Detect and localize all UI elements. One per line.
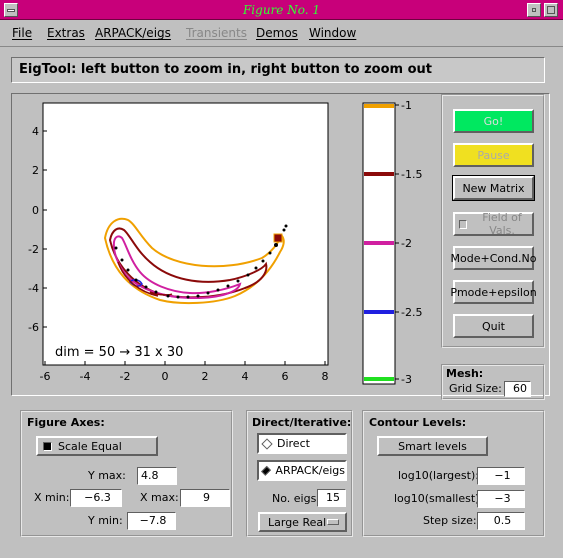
checkbox-icon [459, 219, 468, 229]
colorbar-tick: -2.5 [401, 306, 422, 319]
dropdown-icon [327, 519, 339, 525]
xmax-input[interactable]: 9 [180, 489, 230, 507]
grid-size-label: Grid Size: [449, 382, 502, 395]
new-matrix-button[interactable]: New Matrix [452, 175, 535, 201]
ymin-label: Y min: [88, 514, 123, 527]
grid-size-input[interactable]: 60 [504, 381, 531, 397]
log-largest-input[interactable]: −1 [477, 467, 525, 485]
ymax-input[interactable]: 4.8 [137, 467, 177, 485]
ymax-label: Y max: [88, 469, 126, 482]
colorbar-level-2 [364, 172, 394, 176]
eig-cluster-marker [273, 233, 283, 243]
xtick-label: 0 [162, 370, 169, 383]
colorbar-tick: -3 [401, 373, 412, 386]
log-smallest-label: log10(smallest): [394, 492, 484, 505]
dim-annotation: dim = 50 → 31 x 30 [55, 345, 183, 360]
xtick-label: -6 [40, 370, 51, 383]
mode-cond-button[interactable]: Mode+Cond.No [451, 246, 537, 270]
colorbar-tick: -1.5 [401, 168, 422, 181]
smart-levels-button[interactable]: Smart levels [377, 436, 488, 456]
direct-radio[interactable]: Direct [257, 433, 347, 454]
xmax-label: X max: [140, 491, 179, 504]
plot-axes [42, 102, 329, 366]
colorbar-tick: -1 [401, 99, 412, 112]
colorbar-level-1 [364, 104, 394, 108]
quit-button[interactable]: Quit [453, 314, 534, 338]
xtick-label: -4 [80, 370, 91, 383]
log-smallest-input[interactable]: −3 [477, 490, 525, 508]
xtick-label: 2 [202, 370, 209, 383]
ytick-label: 4 [32, 125, 39, 138]
arpack-radio[interactable]: ARPACK/eigs [257, 460, 347, 481]
figure-axes-title: Figure Axes: [27, 416, 105, 429]
colorbar-level-5 [364, 377, 394, 381]
colorbar-level-3 [364, 241, 394, 245]
direct-label: Direct [277, 437, 310, 450]
log-largest-label: log10(largest): [398, 469, 479, 482]
xmin-label: X min: [34, 491, 70, 504]
field-of-vals-label: Field of Vals. [482, 211, 522, 237]
no-eigs-label: No. eigs [272, 492, 317, 505]
pause-button[interactable]: Pause [453, 143, 534, 167]
field-of-vals-checkbox[interactable]: Field of Vals. [453, 211, 534, 237]
ytick-label: 0 [32, 204, 39, 217]
ytick-label: -6 [28, 321, 39, 334]
xtick-label: 6 [282, 370, 289, 383]
direct-iterative-title: Direct/Iterative: [252, 416, 352, 429]
scale-equal-label: Scale Equal [58, 439, 122, 453]
radio-diamond-icon [261, 437, 273, 450]
pmode-epsilon-button[interactable]: Pmode+epsilon [450, 280, 537, 304]
radio-diamond-selected-icon [261, 465, 272, 476]
ymin-input[interactable]: −7.8 [127, 512, 176, 530]
checkbox-icon [43, 441, 52, 451]
go-button[interactable]: Go! [453, 109, 534, 133]
colorbar-level-4 [364, 310, 394, 314]
xtick-label: 4 [242, 370, 249, 383]
scale-equal-toggle[interactable]: Scale Equal [36, 436, 158, 456]
step-size-label: Step size: [423, 514, 477, 527]
xtick-label: -2 [120, 370, 131, 383]
xtick-label: 8 [322, 370, 329, 383]
mesh-title: Mesh: [446, 367, 484, 380]
ytick-label: -2 [28, 243, 39, 256]
colorbar-tick: -2 [401, 237, 412, 250]
no-eigs-input[interactable]: 15 [317, 489, 346, 507]
which-eigs-dropdown[interactable]: Large Real [258, 512, 347, 532]
contour-levels-title: Contour Levels: [369, 416, 467, 429]
ytick-label: -4 [28, 282, 39, 295]
ytick-label: 2 [32, 164, 39, 177]
arpack-label: ARPACK/eigs [275, 464, 345, 477]
xmin-input[interactable]: −6.3 [70, 489, 122, 507]
which-eigs-value: Large Real [268, 515, 327, 529]
step-size-input[interactable]: 0.5 [477, 512, 525, 530]
